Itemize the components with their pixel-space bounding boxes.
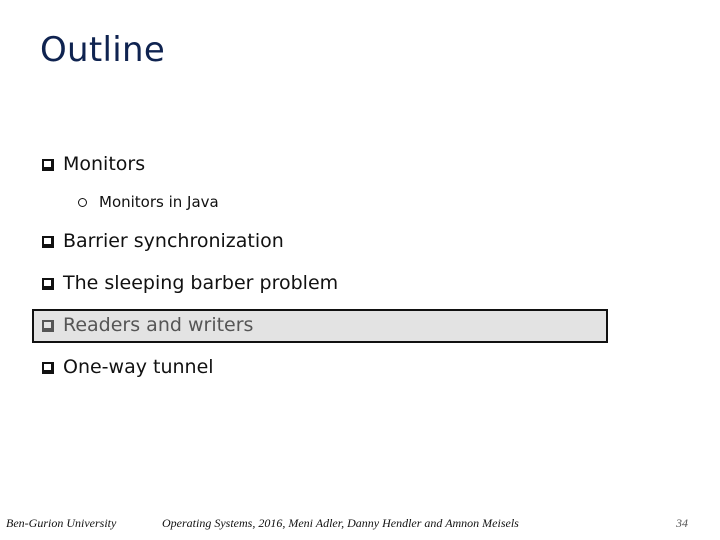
checkbox-bullet-icon xyxy=(42,362,54,374)
footer-course-info: Operating Systems, 2016, Meni Adler, Dan… xyxy=(162,516,519,530)
bullet-label: Monitors xyxy=(63,153,146,175)
sub-bullet-monitors-in-java: Monitors in Java xyxy=(78,193,219,211)
sub-bullet-label: Monitors in Java xyxy=(99,193,219,211)
bullet-item-sleeping-barber: The sleeping barber problem xyxy=(42,272,338,294)
bullet-item-barrier: Barrier synchronization xyxy=(42,230,284,252)
bullet-item-readers-writers: Readers and writers xyxy=(42,314,253,336)
footer-university: Ben-Gurion University xyxy=(6,516,117,530)
bullet-label: Barrier synchronization xyxy=(63,230,284,252)
page-number: 34 xyxy=(676,516,688,530)
bullet-item-one-way-tunnel: One-way tunnel xyxy=(42,356,214,378)
checkbox-bullet-icon xyxy=(42,320,54,332)
bullet-label: The sleeping barber problem xyxy=(63,272,339,294)
checkbox-bullet-icon xyxy=(42,159,54,171)
bullet-label: One-way tunnel xyxy=(63,356,214,378)
bullet-label: Readers and writers xyxy=(63,314,254,336)
bullet-item-monitors: Monitors xyxy=(42,153,145,175)
checkbox-bullet-icon xyxy=(42,236,54,248)
circle-bullet-icon xyxy=(78,197,87,207)
slide-title: Outline xyxy=(40,30,166,70)
checkbox-bullet-icon xyxy=(42,278,54,290)
